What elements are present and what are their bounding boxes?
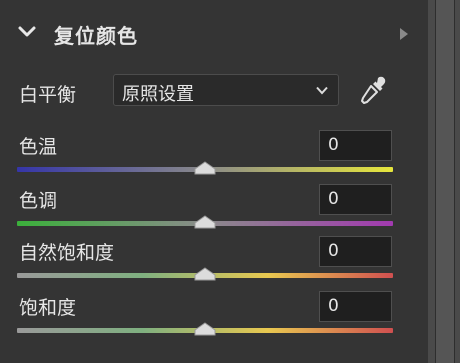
white-balance-value: 原照设置 [122,84,194,105]
vibrance-thumb[interactable] [194,267,216,281]
scrollbar-thumb[interactable] [435,0,455,363]
temperature-input[interactable]: 0 [319,130,392,161]
chevron-right-icon[interactable] [400,28,408,40]
slider-temperature: 色温 0 [0,130,428,186]
panel-header[interactable]: 复位颜色 [0,12,428,56]
color-adjust-panel: 复位颜色 白平衡 原照设置 色温 0 色调 0 自然饱和度 0 饱和度 0 [0,0,428,363]
vibrance-input[interactable]: 0 [319,236,392,267]
eyedropper-icon[interactable] [357,74,389,106]
slider-vibrance: 自然饱和度 0 [0,236,428,292]
slider-label: 色温 [19,136,58,158]
slider-label: 自然饱和度 [19,242,115,264]
saturation-input[interactable]: 0 [319,291,392,322]
temperature-thumb[interactable] [194,161,216,175]
slider-tint: 色调 0 [0,184,428,240]
slider-label: 饱和度 [19,297,77,319]
chevron-down-icon[interactable] [17,22,37,42]
white-balance-row: 白平衡 原照设置 [0,72,428,110]
vertical-scrollbar[interactable] [428,0,460,363]
white-balance-label: 白平衡 [19,84,77,106]
tint-input[interactable]: 0 [319,184,392,215]
panel-title: 复位颜色 [54,24,138,48]
chevron-down-icon [316,86,328,95]
saturation-thumb[interactable] [194,322,216,336]
slider-label: 色调 [19,190,58,212]
white-balance-select[interactable]: 原照设置 [113,74,339,106]
tint-thumb[interactable] [194,215,216,229]
slider-saturation: 饱和度 0 [0,291,428,347]
